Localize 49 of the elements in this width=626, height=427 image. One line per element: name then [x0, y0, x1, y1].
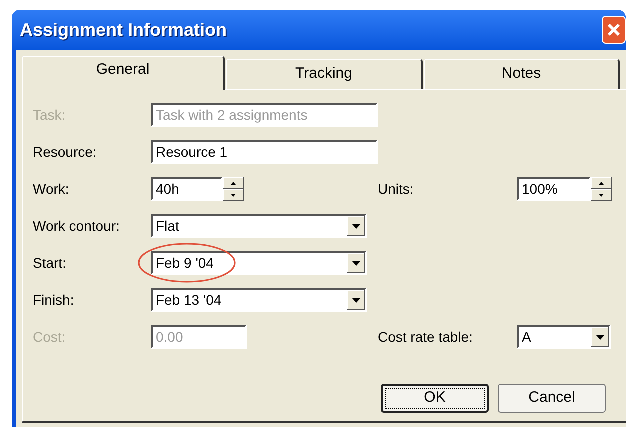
tab[interactable]: Notes — [424, 59, 620, 89]
spin-up-button[interactable] — [223, 177, 244, 189]
field-value: 100% — [521, 180, 558, 198]
window-title: Assignment Information — [20, 18, 228, 42]
field-value: A — [521, 328, 532, 346]
dropdown-field[interactable]: Feb 9 '04 — [151, 251, 367, 275]
tab[interactable]: General — [22, 56, 225, 90]
field-label: Work contour: — [33, 216, 121, 236]
dropdown-field[interactable]: A — [517, 325, 611, 349]
field-label: Finish: — [33, 290, 76, 310]
down-arrow-icon — [599, 194, 604, 196]
dropdown-button[interactable] — [347, 216, 365, 236]
field-value: Feb 13 '04 — [155, 290, 222, 310]
dropdown-button[interactable] — [591, 327, 609, 347]
field-label: Cost rate table: — [378, 328, 474, 346]
dropdown-button[interactable] — [347, 290, 365, 310]
field-label: Start: — [33, 254, 68, 272]
dialog-button[interactable]: OK — [381, 384, 489, 413]
field-value: 0.00 — [155, 328, 184, 346]
down-arrow-icon — [352, 224, 360, 228]
spin-down-button[interactable] — [223, 189, 244, 201]
up-arrow-icon — [231, 182, 236, 184]
field-label: Resource: — [33, 142, 98, 162]
field-value: Resource 1 — [155, 142, 228, 162]
up-arrow-icon — [599, 182, 604, 184]
field-value: Feb 9 '04 — [155, 254, 214, 272]
tab[interactable]: Tracking — [226, 59, 423, 89]
spin-up-button[interactable] — [591, 177, 612, 189]
field-label: Work: — [33, 180, 70, 198]
spin-down-button[interactable] — [591, 189, 612, 201]
field-value: 40h — [155, 180, 180, 198]
spin-field[interactable]: 40h — [151, 177, 223, 201]
close-button[interactable] — [602, 16, 626, 44]
field-value: Task with 2 assignments — [155, 106, 308, 125]
input-field[interactable]: Resource 1 — [151, 140, 378, 164]
spin-field[interactable]: 100% — [517, 177, 591, 201]
down-arrow-icon — [352, 298, 360, 302]
field-label: Units: — [378, 180, 415, 198]
close-icon — [606, 22, 622, 38]
dropdown-field[interactable]: Flat — [151, 214, 367, 238]
dropdown-field[interactable]: Feb 13 '04 — [151, 288, 367, 312]
down-arrow-icon — [352, 260, 360, 266]
field-value: Flat — [155, 216, 180, 236]
down-arrow-icon — [596, 334, 604, 340]
down-arrow-icon — [231, 194, 236, 196]
dialog-button[interactable]: Cancel — [498, 384, 606, 413]
field-label: Cost: — [33, 328, 67, 346]
dropdown-button[interactable] — [347, 253, 365, 273]
field-label: Task: — [33, 106, 67, 124]
